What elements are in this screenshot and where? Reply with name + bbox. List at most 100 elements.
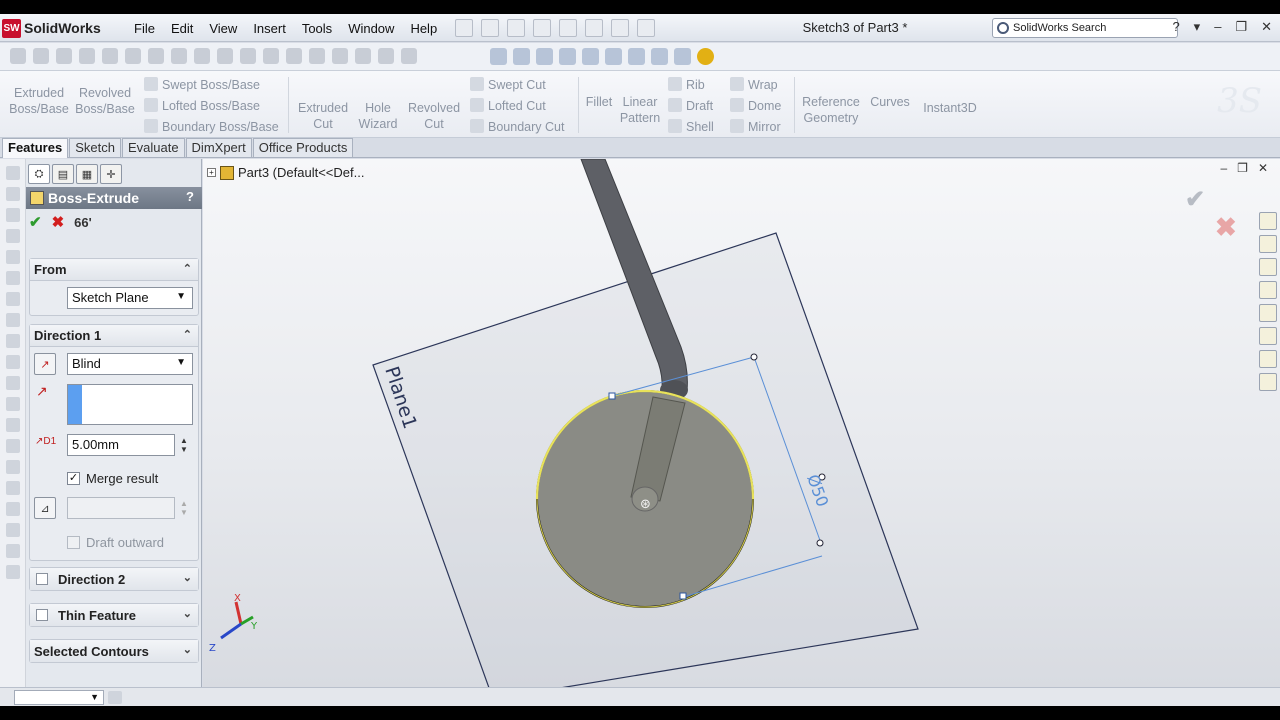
thin-feature-checkbox[interactable] — [36, 609, 48, 621]
sketch-tool-icon[interactable] — [79, 48, 95, 64]
toolbar-icon[interactable] — [6, 208, 20, 222]
lofted-cut-button[interactable]: Lofted Cut — [470, 98, 546, 114]
close-button[interactable]: ✕ — [1261, 19, 1272, 35]
sketch-point[interactable] — [679, 592, 687, 600]
tab-features[interactable]: Features — [2, 138, 69, 158]
curves-button[interactable]: Curves — [866, 94, 914, 110]
menu-view[interactable]: View — [201, 21, 245, 36]
collapse-chevron-icon[interactable]: ⌃ — [183, 328, 192, 341]
sketch-tool-icon[interactable] — [263, 48, 279, 64]
toolbar-icon[interactable] — [6, 334, 20, 348]
save-icon[interactable] — [507, 19, 525, 37]
wrap-button[interactable]: Wrap — [730, 77, 778, 93]
boundary-cut-button[interactable]: Boundary Cut — [470, 119, 564, 135]
sketch-tool-icon[interactable] — [56, 48, 72, 64]
toolbar-icon[interactable] — [6, 229, 20, 243]
sketch-tool-icon[interactable] — [309, 48, 325, 64]
sketch-tool-icon[interactable] — [102, 48, 118, 64]
toolbar-icon[interactable] — [6, 565, 20, 579]
extruded-cut-button[interactable]: Extruded Cut — [294, 100, 352, 132]
draft-button[interactable]: Draft — [668, 98, 713, 114]
tab-evaluate[interactable]: Evaluate — [121, 138, 185, 157]
help-dropdown-button[interactable]: ▾ — [1194, 19, 1201, 35]
restore-button[interactable]: ❐ — [1235, 19, 1247, 35]
undo-icon[interactable] — [559, 19, 577, 37]
sketch-tool-icon[interactable] — [10, 48, 26, 64]
ok-button[interactable]: ✔ — [29, 213, 42, 231]
reference-geometry-button[interactable]: Reference Geometry — [798, 94, 864, 126]
sketch-tool-icon[interactable] — [378, 48, 394, 64]
from-group-header[interactable]: From ⌃ — [30, 259, 198, 281]
toolbar-icon[interactable] — [6, 376, 20, 390]
menu-file[interactable]: File — [126, 21, 163, 36]
solidworks-logo[interactable]: SW SolidWorks — [2, 17, 120, 39]
zoom-to-area-icon[interactable] — [513, 48, 530, 65]
toolbar-icon[interactable] — [6, 187, 20, 201]
toolbar-icon[interactable] — [6, 418, 20, 432]
new-document-icon[interactable] — [455, 19, 473, 37]
thin-feature-group-header[interactable]: Thin Feature ⌄ — [30, 604, 198, 626]
swept-boss-button[interactable]: Swept Boss/Base — [144, 77, 260, 93]
direction1-group-header[interactable]: Direction 1 ⌃ — [30, 325, 198, 347]
home-icon[interactable] — [1259, 212, 1277, 230]
rib-button[interactable]: Rib — [668, 77, 705, 93]
rebuild-icon[interactable] — [611, 19, 629, 37]
dimension-handle[interactable] — [816, 539, 824, 547]
toolbar-icon[interactable] — [6, 523, 20, 537]
toolbar-icon[interactable] — [6, 271, 20, 285]
confirmation-cancel-icon[interactable]: ✖ — [1215, 212, 1237, 243]
property-manager-tab-icon[interactable]: ▤ — [52, 164, 74, 184]
realview-icon[interactable] — [697, 48, 714, 65]
shell-button[interactable]: Shell — [668, 119, 714, 135]
boundary-boss-button[interactable]: Boundary Boss/Base — [144, 119, 279, 135]
extruded-boss-button[interactable]: Extruded Boss/Base — [6, 85, 72, 117]
scene-icon[interactable] — [674, 48, 691, 65]
linear-pattern-button[interactable]: Linear Pattern — [618, 94, 662, 126]
options-icon[interactable] — [637, 19, 655, 37]
status-combo[interactable]: ▼ — [14, 690, 104, 705]
tab-sketch[interactable]: Sketch — [69, 138, 121, 157]
sketch-tool-icon[interactable] — [148, 48, 164, 64]
mirror-button[interactable]: Mirror — [730, 119, 781, 135]
toolbar-icon[interactable] — [6, 481, 20, 495]
help-button[interactable]: ? — [1172, 19, 1179, 35]
revolved-cut-button[interactable]: Revolved Cut — [404, 100, 464, 132]
end-condition-select[interactable]: Blind ▼ — [67, 353, 193, 375]
sketch-tool-icon[interactable] — [355, 48, 371, 64]
previous-view-icon[interactable] — [536, 48, 553, 65]
direction2-checkbox[interactable] — [36, 573, 48, 585]
confirmation-ok-icon[interactable]: ✔ — [1185, 185, 1205, 214]
instant3d-button[interactable]: Instant3D — [918, 100, 982, 116]
menu-edit[interactable]: Edit — [163, 21, 201, 36]
cancel-button[interactable]: ✖ — [52, 213, 65, 231]
fillet-button[interactable]: Fillet — [582, 94, 616, 110]
toolbar-icon[interactable] — [6, 355, 20, 369]
search-box[interactable]: SolidWorks Search — [992, 18, 1178, 38]
view-orientation-icon[interactable] — [582, 48, 599, 65]
menu-insert[interactable]: Insert — [245, 21, 294, 36]
toolbar-icon[interactable] — [6, 544, 20, 558]
expand-chevron-icon[interactable]: ⌄ — [183, 643, 192, 656]
tab-office-products[interactable]: Office Products — [252, 138, 354, 157]
sigma-icon[interactable] — [171, 48, 187, 64]
hole-wizard-button[interactable]: Hole Wizard — [356, 100, 400, 132]
display-style-icon[interactable] — [605, 48, 622, 65]
from-select[interactable]: Sketch Plane ▼ — [67, 287, 193, 309]
depth-input[interactable]: 5.00mm — [67, 434, 175, 456]
sketch-point[interactable] — [608, 392, 616, 400]
search-results-icon[interactable] — [1259, 304, 1277, 322]
sketch-tool-icon[interactable] — [194, 48, 210, 64]
expand-chevron-icon[interactable]: ⌄ — [183, 607, 192, 620]
sketch-tool-icon[interactable] — [401, 48, 417, 64]
graphics-area[interactable]: + Part3 (Default<<Def... – ❐ ✕ ⊛ Ø50 Pla… — [203, 159, 1280, 687]
select-icon[interactable] — [585, 19, 603, 37]
direction2-group-header[interactable]: Direction 2 ⌄ — [30, 568, 198, 590]
print-icon[interactable] — [533, 19, 551, 37]
help-icon[interactable]: ? — [186, 189, 194, 204]
depth-spinner[interactable]: ▲ ▼ — [180, 436, 188, 454]
dimension-handle[interactable] — [750, 353, 758, 361]
tab-dimxpert[interactable]: DimXpert — [185, 138, 252, 157]
file-explorer-icon[interactable] — [1259, 281, 1277, 299]
appearances-icon[interactable] — [1259, 350, 1277, 368]
view-palette-icon[interactable] — [1259, 327, 1277, 345]
